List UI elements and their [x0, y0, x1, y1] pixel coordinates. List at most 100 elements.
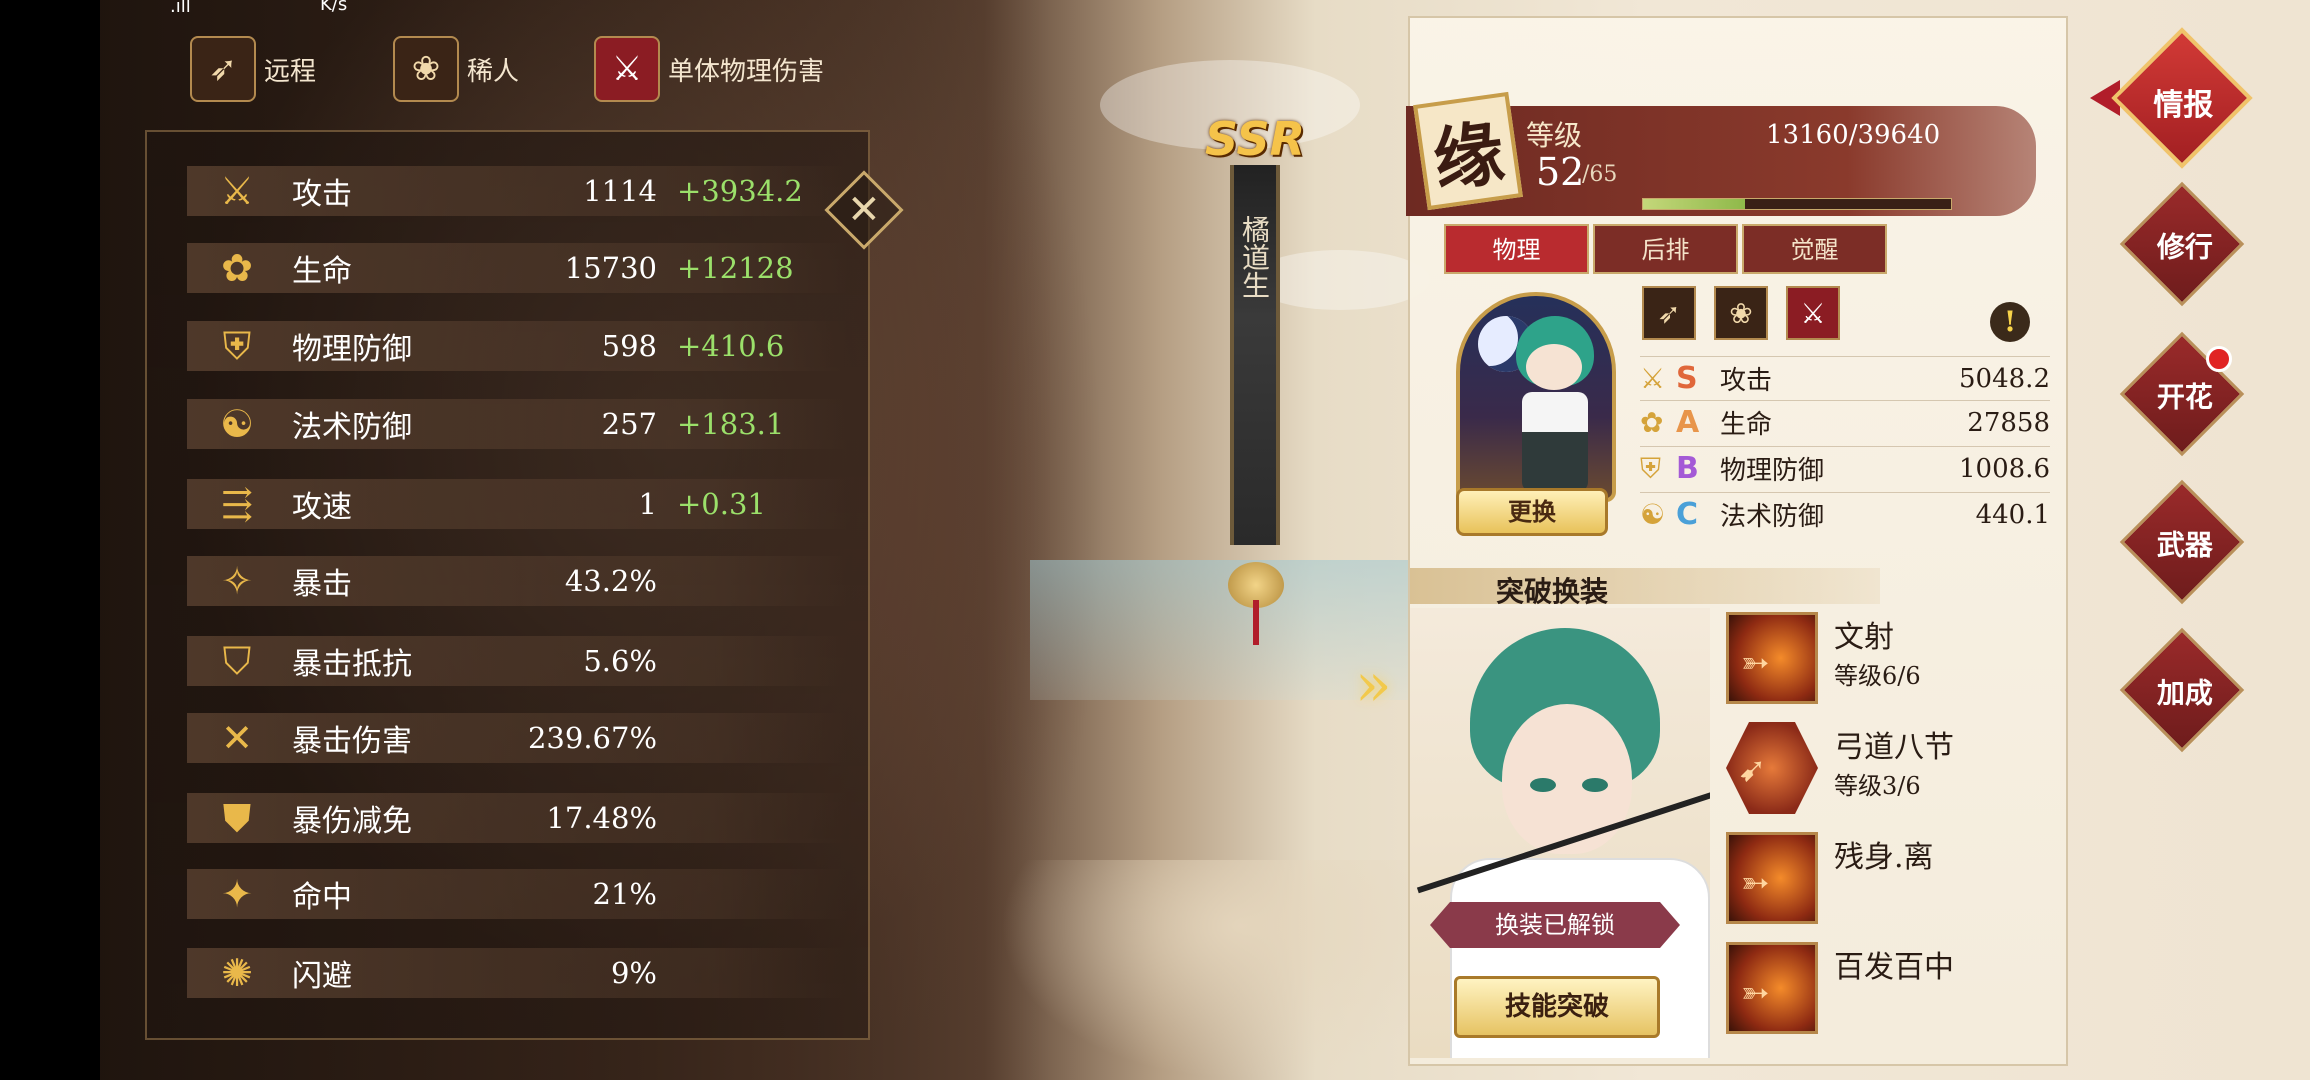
attr-name: 生命	[1720, 410, 1773, 440]
stat-row-attack-speed: ⇶ 攻速 1 +0.31	[187, 475, 887, 533]
flower-icon: ✿	[221, 246, 253, 290]
expand-arrow-icon[interactable]: »	[1355, 650, 1392, 720]
stat-value: 1114	[583, 174, 657, 208]
exp-progress-bar	[1642, 198, 1952, 210]
stat-value: 21%	[592, 877, 657, 911]
exp-progress-fill	[1643, 199, 1746, 209]
attr-name: 攻击	[1720, 366, 1773, 396]
level-bar: 缘 等级 52 /65 13160/39640	[1406, 91, 2036, 216]
stat-bonus: +410.6	[677, 329, 785, 363]
exp-text: 13160/39640	[1766, 120, 1941, 150]
stat-name: 闪避	[292, 959, 352, 994]
attr-row-phys-def: ⛨ B 物理防御 1008.6	[1640, 446, 2050, 490]
crit-icon: ✧	[221, 559, 253, 603]
tag-label: 单体物理伤害	[668, 56, 825, 87]
tag-label: 稀人	[467, 56, 520, 87]
stat-value: 43.2%	[564, 564, 657, 598]
yinyang-icon: ☯	[1640, 498, 1666, 531]
sword-icon: ⚔	[219, 169, 255, 213]
info-alert-icon[interactable]: !	[1990, 302, 2030, 342]
archery-skill-icon: ➹	[1726, 722, 1818, 814]
skill-item[interactable]: ➳ 残身.离	[1726, 832, 2056, 932]
dodge-icon: ✺	[221, 951, 253, 995]
crit-damage-icon: ✕	[221, 716, 253, 760]
slash-icon: ⚔	[594, 36, 660, 102]
stat-row-attack: ⚔ 攻击 1114 +3934.2	[187, 162, 887, 220]
stat-name: 暴击抵抗	[292, 647, 412, 682]
skill-name: 文射	[1834, 620, 1894, 655]
armor-icon: ⛨	[1640, 451, 1662, 485]
character-portrait[interactable]	[1456, 292, 1616, 502]
breakthrough-header: 突破换装	[1410, 568, 1880, 608]
stat-value: 257	[601, 407, 657, 441]
stat-row-crit: ✧ 暴击 43.2%	[187, 552, 887, 610]
stat-name: 攻速	[292, 490, 352, 525]
skill-item[interactable]: ➳ 百发百中	[1726, 942, 2056, 1042]
stat-row-phys-def: ⛨ 物理防御 598 +410.6	[187, 317, 887, 375]
stat-name: 暴击伤害	[292, 724, 412, 759]
tag-label: 远程	[264, 56, 317, 87]
skill-breakthrough-button[interactable]: 技能突破	[1454, 976, 1660, 1038]
lotus-icon: ❀	[393, 36, 459, 102]
stat-bonus: +3934.2	[677, 174, 803, 208]
menu-label: 开花	[2156, 380, 2213, 414]
stat-value: 598	[601, 329, 657, 363]
arrow-skill-icon: ➳	[1726, 612, 1818, 704]
stat-row-dodge: ✺ 闪避 9%	[187, 944, 887, 1002]
tab-awaken[interactable]: 觉醒	[1742, 224, 1887, 274]
lotus-icon[interactable]: ❀	[1714, 286, 1768, 340]
tag-range: ➶ 远程	[190, 36, 316, 102]
menu-label: 武器	[2156, 528, 2213, 562]
grade-badge: A	[1676, 405, 1700, 440]
arrow-skill-icon: ➳	[1726, 942, 1818, 1034]
stat-value: 15730	[564, 251, 657, 285]
level-label: 等级	[1526, 119, 1583, 152]
menu-label: 修行	[2156, 230, 2213, 264]
skill-name: 残身.离	[1834, 840, 1934, 875]
swap-button[interactable]: 更换	[1456, 488, 1608, 536]
bow-icon[interactable]: ➶	[1642, 286, 1696, 340]
crit-reduce-icon: ⛊	[222, 795, 252, 840]
tab-backrow[interactable]: 后排	[1593, 224, 1738, 274]
attr-value: 27858	[1967, 407, 2050, 438]
stat-row-hp: ✿ 生命 15730 +12128	[187, 239, 887, 297]
section-title: 突破换装	[1496, 575, 1609, 608]
name-scroll: 橘道生	[1230, 165, 1280, 545]
signal-icon: .ıll	[170, 0, 191, 17]
attr-name: 物理防御	[1720, 456, 1825, 486]
stat-row-crit-resist: ⛉ 暴击抵抗 5.6%	[187, 632, 887, 690]
attr-row-attack: ⚔ S 攻击 5048.2	[1640, 356, 2050, 400]
tag-damage-type: ⚔ 单体物理伤害	[594, 36, 824, 102]
stat-name: 暴伤减免	[292, 804, 412, 839]
attr-value: 1008.6	[1959, 453, 2050, 484]
skill-item[interactable]: ➹ 弓道八节 等级3/6	[1726, 722, 2056, 822]
menu-label: 情报	[2153, 88, 2214, 124]
attr-row-magic-def: ☯ C 法术防御 440.1	[1640, 492, 2050, 536]
crit-resist-icon: ⛉	[222, 638, 252, 683]
stat-bonus: +0.31	[677, 487, 766, 521]
menu-label: 加成	[2156, 676, 2213, 710]
attr-row-hp: ✿ A 生命 27858	[1640, 400, 2050, 444]
stat-name: 暴击	[292, 567, 352, 602]
bond-badge[interactable]: 缘	[1413, 91, 1523, 211]
notification-dot	[2206, 346, 2232, 372]
character-card: 缘 等级 52 /65 13160/39640 物理 后排 觉醒 更换 ➶ ❀ …	[1406, 16, 2068, 1066]
rarity-badge: SSR	[1205, 112, 1306, 166]
stat-value: 1	[638, 487, 657, 521]
slash-icon[interactable]: ⚔	[1786, 286, 1840, 340]
attr-name: 法术防御	[1720, 502, 1825, 532]
skill-item[interactable]: ➳ 文射 等级6/6	[1726, 612, 2056, 712]
stat-row-crit-reduce: ⛊ 暴伤减免 17.48%	[187, 789, 887, 847]
skill-level: 等级3/6	[1834, 772, 1921, 800]
attr-value: 5048.2	[1959, 363, 2050, 394]
stat-name: 攻击	[292, 177, 352, 212]
yinyang-icon: ☯	[219, 402, 255, 446]
tag-race: ❀ 稀人	[393, 36, 519, 102]
speed-icon: ⇶	[221, 482, 253, 526]
grade-badge: C	[1676, 497, 1699, 532]
stats-panel: ⚔ 攻击 1114 +3934.2 ✿ 生命 15730 +12128 ⛨ 物理…	[145, 130, 870, 1040]
attr-value: 440.1	[1975, 499, 2050, 530]
stat-value: 9%	[610, 956, 657, 990]
stat-value: 5.6%	[583, 644, 657, 678]
tab-physical[interactable]: 物理	[1444, 224, 1589, 274]
